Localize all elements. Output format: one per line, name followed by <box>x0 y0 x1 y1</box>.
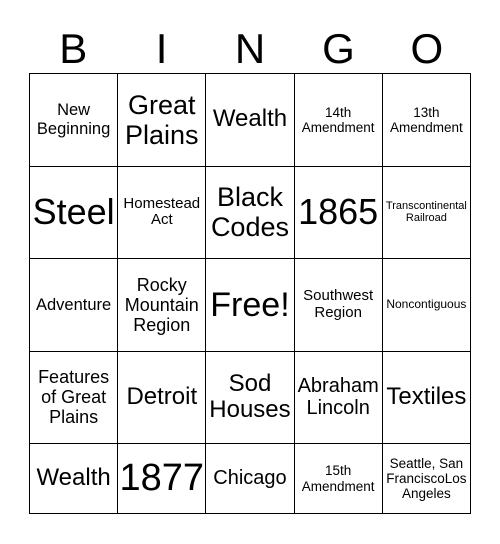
grid-row: Steel Homestead Act Black Codes 1865 Tra… <box>28 165 472 260</box>
header-letter-n: N <box>234 25 266 72</box>
bingo-cell[interactable]: Rocky Mountain Region <box>117 258 207 352</box>
header-letter-g: G <box>322 25 355 72</box>
bingo-cell[interactable]: Adventure <box>28 258 119 352</box>
bingo-cell[interactable]: Wealth <box>28 443 119 514</box>
bingo-cell[interactable]: Noncontiguous <box>381 258 472 352</box>
free-space-cell[interactable]: Free! <box>205 258 295 352</box>
grid-row: Adventure Rocky Mountain Region Free! So… <box>28 258 472 352</box>
bingo-cell[interactable]: Sod Houses <box>205 350 295 445</box>
bingo-grid: New Beginning Great Plains Wealth 14th A… <box>28 73 472 514</box>
bingo-cell[interactable]: Southwest Region <box>293 258 383 352</box>
bingo-cell[interactable]: Wealth <box>205 73 295 167</box>
header-letter-i: I <box>155 25 168 72</box>
header-letter-b: B <box>59 25 88 72</box>
bingo-cell[interactable]: Textiles <box>381 350 472 445</box>
grid-row: Features of Great Plains Detroit Sod Hou… <box>28 350 472 445</box>
bingo-cell[interactable]: Homestead Act <box>117 165 207 260</box>
bingo-cell[interactable]: 1865 <box>293 165 383 260</box>
grid-row: Wealth 1877 Chicago 15th Amendment Seatt… <box>28 443 472 514</box>
bingo-cell[interactable]: 13th Amendment <box>381 73 472 167</box>
bingo-cell[interactable]: 15th Amendment <box>293 443 383 514</box>
bingo-cell[interactable]: Features of Great Plains <box>28 350 119 445</box>
bingo-cell[interactable]: Seattle, San FranciscoLos Angeles <box>381 443 472 514</box>
grid-row: New Beginning Great Plains Wealth 14th A… <box>28 73 472 167</box>
bingo-cell[interactable]: Chicago <box>205 443 295 514</box>
bingo-cell[interactable]: Great Plains <box>117 73 207 167</box>
bingo-cell[interactable]: Transcontinental Railroad <box>381 165 472 260</box>
bingo-cell[interactable]: Steel <box>28 165 119 260</box>
bingo-cell[interactable]: 1877 <box>117 443 207 514</box>
bingo-cell[interactable]: Black Codes <box>205 165 295 260</box>
header-letter-o: O <box>410 25 444 72</box>
bingo-header: B I N G O <box>29 24 471 74</box>
bingo-cell[interactable]: 14th Amendment <box>293 73 383 167</box>
bingo-cell[interactable]: New Beginning <box>28 73 119 167</box>
bingo-cell[interactable]: Detroit <box>117 350 207 445</box>
bingo-cell[interactable]: Abraham Lincoln <box>293 350 383 445</box>
